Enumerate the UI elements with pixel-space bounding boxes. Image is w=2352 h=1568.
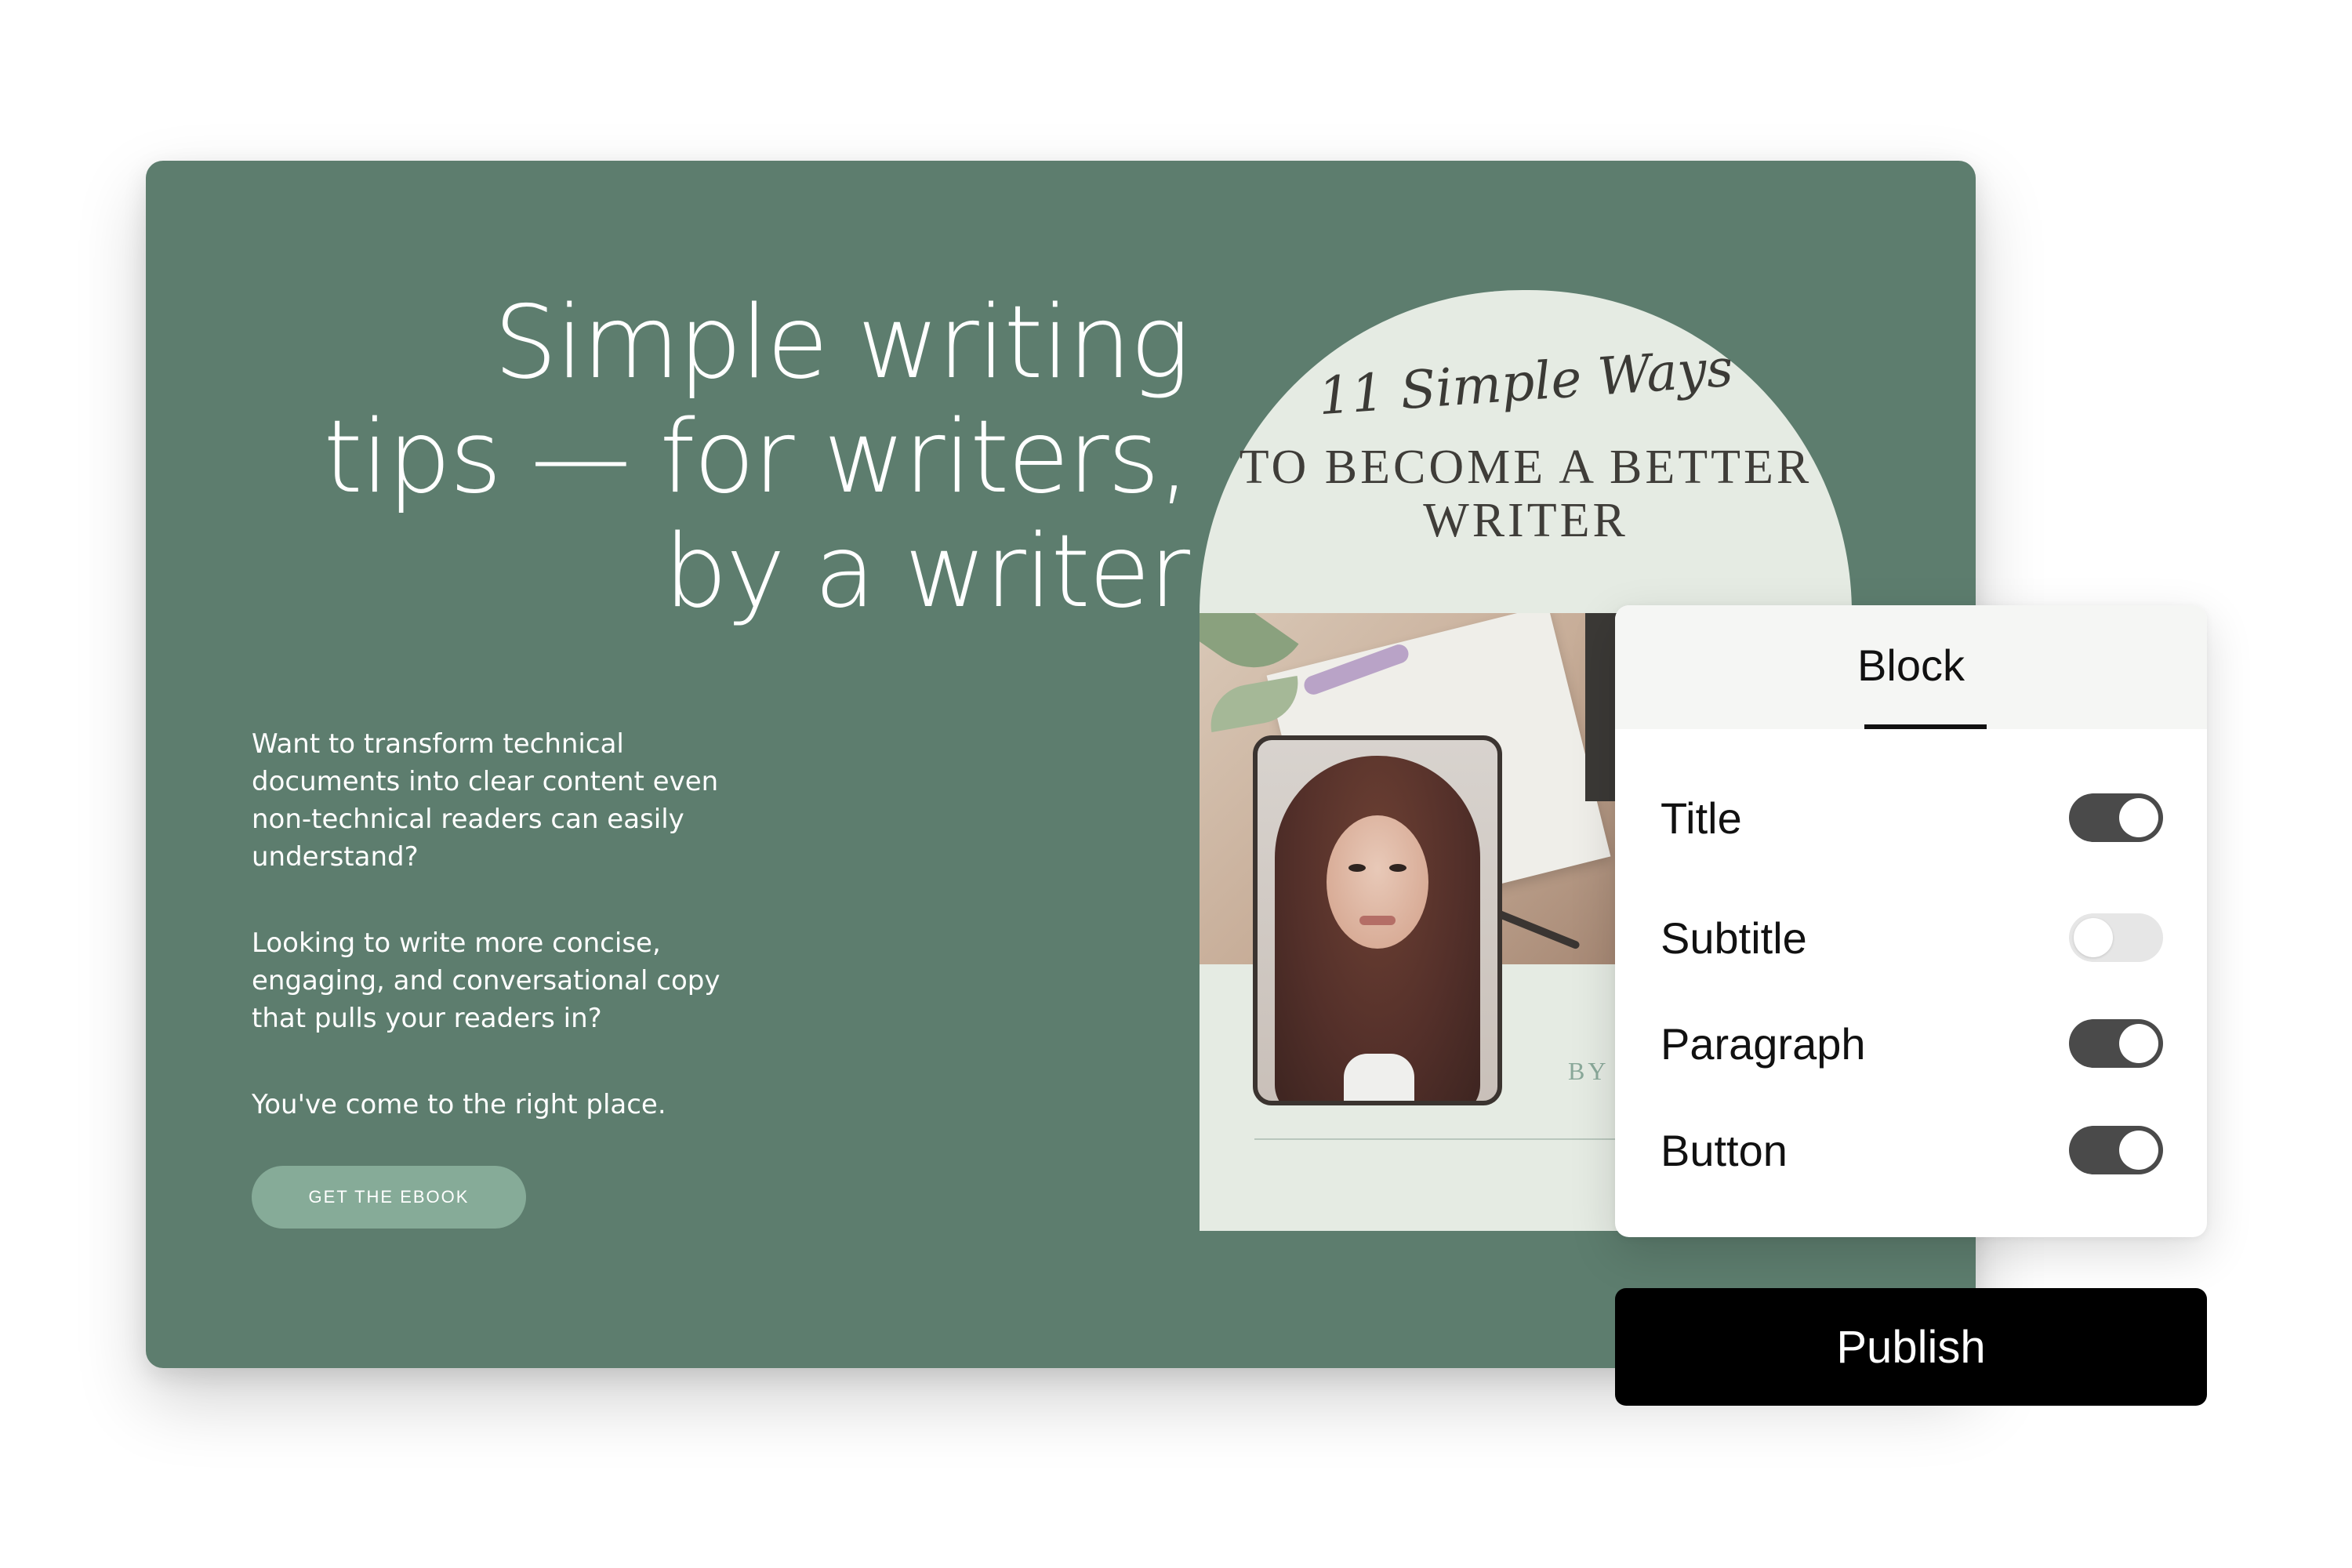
portrait-face	[1327, 815, 1428, 949]
toggle-label-paragraph: Paragraph	[1661, 1018, 1866, 1069]
get-ebook-button[interactable]: GET THE EBOOK	[252, 1166, 526, 1229]
portrait-eye	[1389, 864, 1406, 872]
cover-heading: TO BECOME A BETTER WRITER	[1239, 441, 1813, 547]
toggle-knob	[2119, 798, 2158, 837]
toggle-label-title: Title	[1661, 793, 1742, 843]
toggle-knob	[2119, 1131, 2158, 1170]
portrait-lips	[1359, 916, 1396, 925]
toggle-knob	[2119, 1024, 2158, 1063]
portrait-shirt	[1344, 1054, 1414, 1101]
toggle-row-paragraph: Paragraph	[1661, 1012, 2163, 1075]
hero-body: Want to transform technical documents in…	[252, 725, 738, 1123]
panel-header: Block	[1615, 605, 2207, 729]
hero-paragraph-2[interactable]: Looking to write more concise, engaging,…	[252, 924, 738, 1037]
active-tab-indicator	[1864, 724, 1987, 729]
hero-title[interactable]: Simple writing tips — for writers, by a …	[303, 286, 1190, 630]
button-toggle[interactable]	[2069, 1126, 2163, 1174]
toggle-label-button: Button	[1661, 1125, 1788, 1175]
subtitle-toggle[interactable]	[2069, 913, 2163, 962]
cover-script-title: 11 Simple Ways	[1316, 337, 1735, 427]
block-settings-panel: Block Title Subtitle Paragraph Button	[1615, 605, 2207, 1237]
toggle-row-title: Title	[1661, 786, 2163, 849]
cover-arch: 11 Simple Ways TO BECOME A BETTER WRITER	[1200, 290, 1852, 613]
toggle-knob	[2074, 918, 2113, 957]
tab-block[interactable]: Block	[1615, 640, 2207, 691]
toggle-row-button: Button	[1661, 1119, 2163, 1181]
author-portrait	[1253, 735, 1502, 1105]
paragraph-toggle[interactable]	[2069, 1019, 2163, 1068]
screen: Simple writing tips — for writers, by a …	[0, 0, 2352, 1568]
toggle-label-subtitle: Subtitle	[1661, 913, 1807, 963]
publish-button[interactable]: Publish	[1615, 1288, 2207, 1406]
hero-paragraph-1[interactable]: Want to transform technical documents in…	[252, 725, 738, 876]
title-toggle[interactable]	[2069, 793, 2163, 842]
portrait-eye	[1348, 864, 1366, 872]
hero-paragraph-3[interactable]: You've come to the right place.	[252, 1086, 738, 1123]
toggle-row-subtitle: Subtitle	[1661, 906, 2163, 969]
